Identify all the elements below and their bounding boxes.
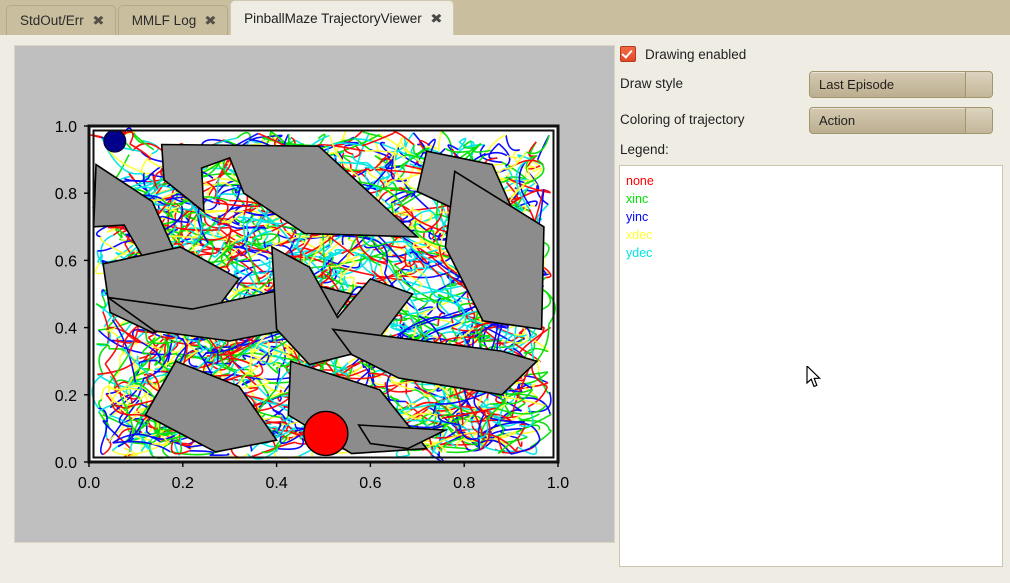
coloring-row: Coloring of trajectory (620, 112, 745, 127)
tab-label: PinballMaze TrajectoryViewer (244, 10, 422, 26)
svg-text:0.0: 0.0 (78, 475, 100, 492)
pinball-maze-trajectory-viewer-window: StdOut/Err ✖ MMLF Log ✖ PinballMaze Traj… (0, 0, 1010, 583)
svg-text:1.0: 1.0 (547, 475, 569, 492)
tab-pinballmaze-trajectoryviewer[interactable]: PinballMaze TrajectoryViewer ✖ (230, 0, 454, 35)
legend-item[interactable]: ydec (624, 244, 1002, 262)
svg-text:1.0: 1.0 (55, 119, 77, 136)
legend-item[interactable]: xinc (624, 190, 1002, 208)
drawing-enabled-checkbox[interactable] (620, 46, 636, 62)
main-content: 0.0 0.2 0.4 0.6 0.8 1.0 0.0 0.2 0.4 0.6 0.8 1.0 Dra… (0, 35, 1010, 583)
svg-text:0.8: 0.8 (55, 186, 77, 203)
svg-text:0.6: 0.6 (359, 475, 381, 492)
svg-text:0.8: 0.8 (453, 475, 475, 492)
chevron-down-icon[interactable] (965, 108, 992, 133)
controls-panel: Drawing enabled Draw style Last Episode … (618, 35, 1004, 583)
tab-mmlf-log[interactable]: MMLF Log ✖ (117, 5, 229, 35)
chevron-down-icon[interactable] (965, 72, 992, 97)
tab-bar: StdOut/Err ✖ MMLF Log ✖ PinballMaze Traj… (0, 0, 1010, 35)
svg-text:0.2: 0.2 (55, 388, 77, 405)
coloring-label: Coloring of trajectory (620, 112, 745, 127)
draw-style-row: Draw style (620, 76, 683, 91)
legend-list[interactable]: none xinc yinc xdec ydec (619, 165, 1003, 567)
legend-item[interactable]: xdec (624, 226, 1002, 244)
coloring-value: Action (819, 113, 856, 128)
legend-item[interactable]: none (624, 172, 1002, 190)
draw-style-label: Draw style (620, 76, 684, 91)
svg-text:0.0: 0.0 (55, 455, 77, 472)
legend-label-row: Legend: (620, 142, 669, 157)
draw-style-dropdown[interactable]: Last Episode (809, 71, 993, 98)
legend-item[interactable]: yinc (624, 208, 1002, 226)
close-icon[interactable]: ✖ (204, 14, 217, 27)
drawing-enabled-label: Drawing enabled (645, 46, 747, 62)
draw-style-value: Last Episode (819, 77, 895, 92)
trajectory-plot-panel: 0.0 0.2 0.4 0.6 0.8 1.0 0.0 0.2 0.4 0.6 0.8 1.0 (14, 45, 615, 543)
svg-text:0.6: 0.6 (55, 253, 77, 270)
maze-plot: 0.0 0.2 0.4 0.6 0.8 1.0 0.0 0.2 0.4 0.6 0.8 1.0 (55, 119, 569, 492)
tab-label: MMLF Log (131, 13, 197, 28)
legend-label: Legend: (620, 142, 669, 157)
tab-stdout-err[interactable]: StdOut/Err ✖ (6, 5, 116, 35)
tab-label: StdOut/Err (20, 13, 84, 28)
coloring-dropdown[interactable]: Action (809, 107, 993, 134)
close-icon[interactable]: ✖ (92, 14, 105, 27)
svg-text:0.2: 0.2 (172, 475, 194, 492)
svg-text:0.4: 0.4 (55, 321, 77, 338)
drawing-enabled-row: Drawing enabled (620, 46, 746, 62)
svg-text:0.4: 0.4 (265, 475, 287, 492)
close-icon[interactable]: ✖ (430, 12, 443, 25)
